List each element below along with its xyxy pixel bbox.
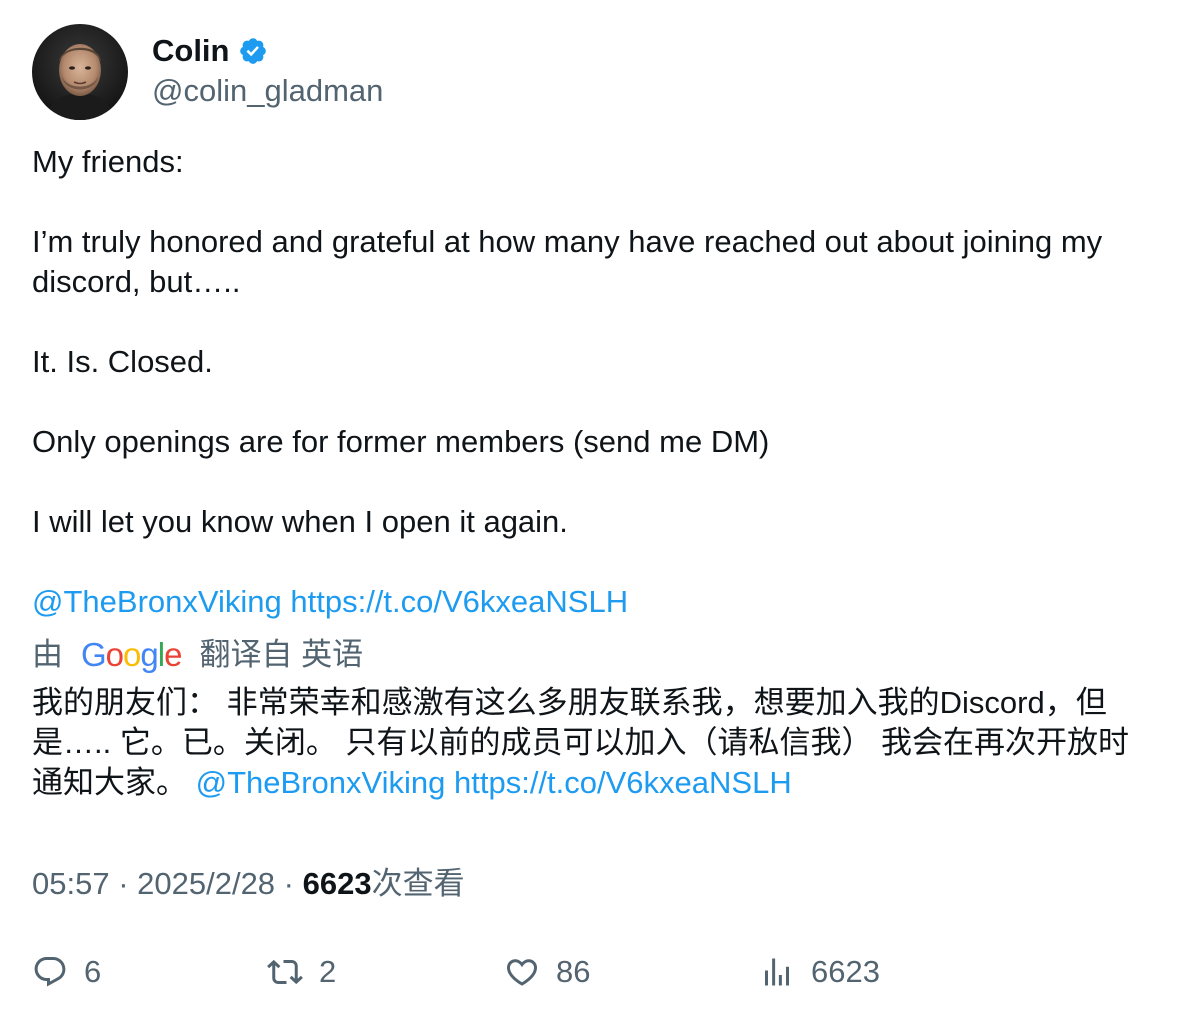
tweet-body: My friends: I’m truly honored and gratef… — [32, 142, 1164, 622]
reply-count: 6 — [84, 954, 102, 989]
analytics-icon — [765, 958, 789, 986]
tweet-links: @TheBronxViking https://t.co/V6kxeaNSLH — [32, 582, 1164, 622]
tweet-date[interactable]: 2025/2/28 — [137, 864, 275, 904]
translated-text: 我的朋友们： 非常荣幸和感激有这么多朋友联系我，想要加入我的Discord，但是… — [32, 683, 1152, 803]
translation-attribution[interactable]: 由 Google 翻译自 英语 — [32, 635, 1164, 675]
heart-icon — [506, 959, 538, 986]
reply-button[interactable]: 6 — [32, 950, 101, 994]
views-label: 次查看 — [371, 866, 465, 901]
url-link[interactable]: https://t.co/V6kxeaNSLH — [290, 584, 628, 619]
tweet-line: Only openings are for former members (se… — [32, 424, 770, 459]
tweet-header: Colin @colin_gladman — [32, 24, 1164, 120]
translation-by-label: 由 — [32, 637, 63, 672]
translated-from-label: 翻译自 英语 — [199, 637, 364, 672]
action-bar: 6 2 86 6623 — [32, 950, 1164, 994]
tweet-line: My friends: — [32, 144, 184, 179]
views-action-count: 6623 — [811, 954, 880, 989]
meta-separator: · — [275, 866, 303, 901]
tweet-time[interactable]: 05:57 — [32, 864, 110, 904]
retweet-icon — [267, 959, 303, 985]
avatar-image — [32, 24, 128, 120]
avatar[interactable] — [32, 24, 128, 120]
translated-url-link[interactable]: https://t.co/V6kxeaNSLH — [454, 765, 792, 800]
author-names: Colin @colin_gladman — [152, 33, 383, 111]
tweet: Colin @colin_gladman My friends: I’m tru… — [32, 24, 1164, 803]
reply-icon — [34, 957, 66, 987]
tweet-line: It. Is. Closed. — [32, 344, 213, 379]
meta-separator: · — [109, 866, 138, 901]
tweet-line: I will let you know when I open it again… — [32, 504, 568, 539]
display-name-row[interactable]: Colin — [152, 33, 383, 69]
like-button[interactable]: 86 — [504, 950, 590, 994]
translated-mention-link[interactable]: @TheBronxViking — [196, 765, 446, 800]
views-count: 6623 — [302, 866, 372, 901]
author-handle[interactable]: @colin_gladman — [152, 71, 383, 111]
mention-link[interactable]: @TheBronxViking — [32, 584, 282, 619]
tweet-meta: 05:57 · 2025/2/28 · 6623 次查看 — [32, 864, 465, 904]
like-count: 86 — [556, 954, 591, 989]
verified-badge-icon — [238, 36, 268, 66]
retweet-button[interactable]: 2 — [267, 950, 336, 994]
views-button[interactable]: 6623 — [759, 950, 880, 994]
tweet-line: I’m truly honored and grateful at how ma… — [32, 224, 1103, 299]
retweet-count: 2 — [319, 954, 337, 989]
display-name[interactable]: Colin — [152, 33, 230, 69]
google-logo: Google — [81, 636, 182, 673]
